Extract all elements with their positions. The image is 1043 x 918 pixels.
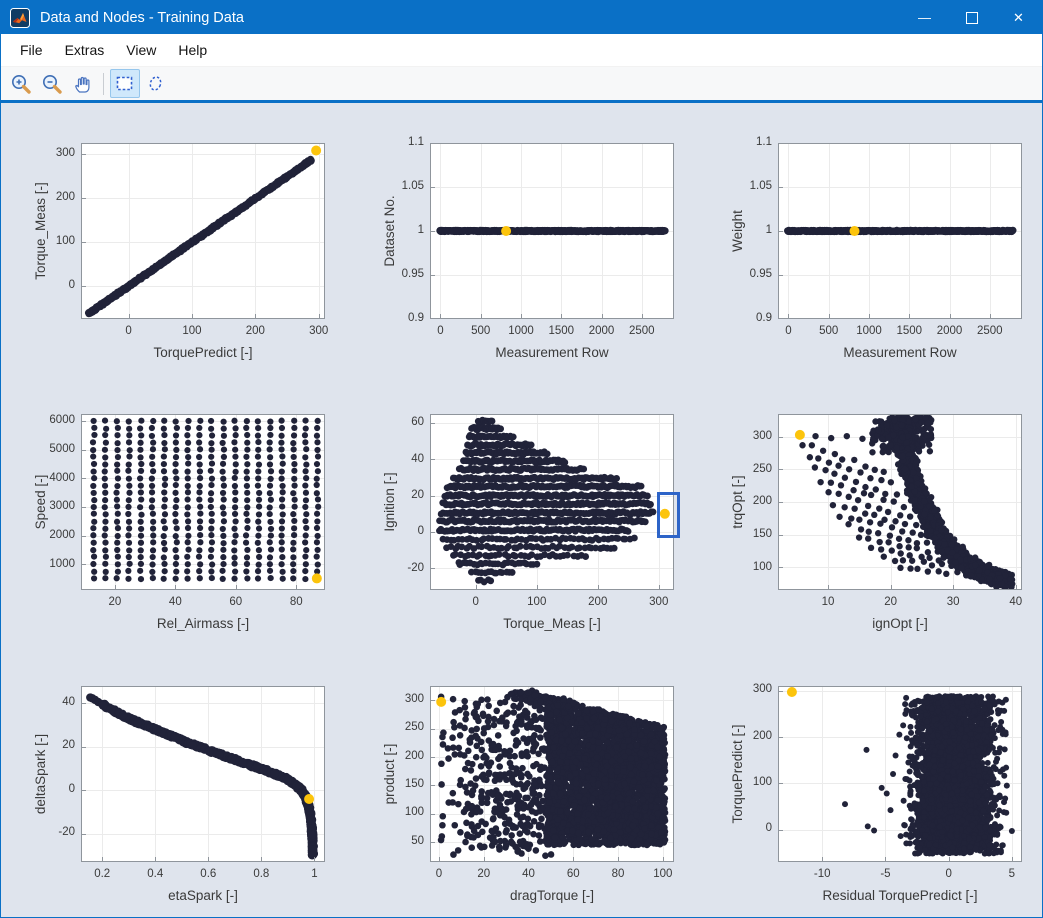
x-tick-label: 2500 xyxy=(612,325,672,337)
menubar: File Extras View Help xyxy=(1,34,1042,67)
x-axis-label: etaSpark [-] xyxy=(81,888,325,903)
minimize-button[interactable]: — xyxy=(901,1,948,34)
toolbar-separator xyxy=(103,73,104,95)
plot-canvas-trqopt-vs-ignopt[interactable] xyxy=(778,414,1022,590)
y-axis-label: Speed [-] xyxy=(33,414,49,590)
x-tick-label: 0 xyxy=(446,596,506,608)
x-tick-label: 100 xyxy=(633,868,693,880)
pan-hand-icon xyxy=(72,73,94,95)
y-axis-label: Torque_Meas [-] xyxy=(33,143,49,319)
subplot-torque-meas-vs-torque-predict: 01002003000100200300TorquePredict [-]Tor… xyxy=(1,103,348,374)
x-tick-label: 100 xyxy=(162,325,222,337)
x-tick-label: 0.4 xyxy=(125,868,185,880)
x-tick-label: 2500 xyxy=(960,325,1020,337)
x-axis-label: Torque_Meas [-] xyxy=(430,616,674,631)
x-tick-label: 300 xyxy=(289,325,349,337)
x-tick-label: 0 xyxy=(99,325,159,337)
zoom-in-button[interactable] xyxy=(6,69,36,98)
menu-file[interactable]: File xyxy=(9,42,54,58)
minimize-icon: — xyxy=(918,10,931,25)
subplot-speed-vs-rel-airmass: 20406080100020003000400050006000Rel_Airm… xyxy=(1,374,348,645)
subplot-product-vs-dragtorque: 02040608010050100150200250300dragTorque … xyxy=(348,646,695,917)
x-tick-label: 10 xyxy=(798,596,858,608)
selection-rectangle[interactable] xyxy=(657,492,680,537)
menu-extras[interactable]: Extras xyxy=(54,42,116,58)
titlebar: Data and Nodes - Training Data — ✕ xyxy=(1,1,1042,34)
x-tick-label: 40 xyxy=(986,596,1043,608)
window-title: Data and Nodes - Training Data xyxy=(40,10,901,26)
matlab-logo-icon xyxy=(10,8,30,28)
window-controls: — ✕ xyxy=(901,1,1042,34)
plots-grid: 01002003000100200300TorquePredict [-]Tor… xyxy=(1,103,1042,917)
subplot-deltaspark-vs-etaspark: 0.20.40.60.81-2002040etaSpark [-]deltaSp… xyxy=(1,646,348,917)
x-tick-label: 100 xyxy=(507,596,567,608)
plot-canvas-ignition-vs-torque-meas[interactable] xyxy=(430,414,674,590)
x-tick-label: 60 xyxy=(206,596,266,608)
plot-canvas-dataset-no-vs-measurement-row[interactable] xyxy=(430,143,674,319)
x-tick-label: 200 xyxy=(225,325,285,337)
x-axis-label: Residual TorquePredict [-] xyxy=(778,888,1022,903)
x-tick-label: 0.8 xyxy=(231,868,291,880)
subplot-trqopt-vs-ignopt: 10203040100150200250300ignOpt [-]trqOpt … xyxy=(695,374,1042,645)
plot-canvas-deltaspark-vs-etaspark[interactable] xyxy=(81,686,325,862)
y-axis-label: Dataset No. xyxy=(382,143,398,319)
x-tick-label: 20 xyxy=(861,596,921,608)
x-tick-label: 1 xyxy=(284,868,344,880)
x-tick-label: 0.6 xyxy=(178,868,238,880)
y-axis-label: trqOpt [-] xyxy=(730,414,746,590)
toolbar xyxy=(1,67,1042,100)
x-tick-label: 20 xyxy=(85,596,145,608)
rubberband-rectangle-button[interactable] xyxy=(110,69,140,98)
x-tick-label: 40 xyxy=(145,596,205,608)
x-tick-label: -5 xyxy=(855,868,915,880)
x-axis-label: Rel_Airmass [-] xyxy=(81,616,325,631)
y-axis-label: Weight xyxy=(730,143,746,319)
rectangle-select-icon xyxy=(114,73,136,95)
x-axis-label: Measurement Row xyxy=(778,345,1022,360)
subplot-torquepredict-vs-residual-torquepredict: -10-5050100200300Residual TorquePredict … xyxy=(695,646,1042,917)
y-axis-label: product [-] xyxy=(382,686,398,862)
x-tick-label: 200 xyxy=(568,596,628,608)
pan-button[interactable] xyxy=(68,69,98,98)
y-axis-label: TorquePredict [-] xyxy=(730,686,746,862)
ellipse-select-icon xyxy=(145,73,167,95)
y-axis-label: Ignition [-] xyxy=(382,414,398,590)
x-axis-label: dragTorque [-] xyxy=(430,888,674,903)
close-icon: ✕ xyxy=(1013,10,1024,26)
plot-canvas-speed-vs-rel-airmass[interactable] xyxy=(81,414,325,590)
menu-view[interactable]: View xyxy=(115,42,167,58)
x-axis-label: ignOpt [-] xyxy=(778,616,1022,631)
zoom-in-icon xyxy=(10,73,32,95)
zoom-out-button[interactable] xyxy=(37,69,67,98)
x-axis-label: TorquePredict [-] xyxy=(81,345,325,360)
menu-help[interactable]: Help xyxy=(167,42,218,58)
close-button[interactable]: ✕ xyxy=(995,1,1042,34)
maximize-icon xyxy=(966,12,978,24)
plot-canvas-product-vs-dragtorque[interactable] xyxy=(430,686,674,862)
x-tick-label: 0.2 xyxy=(72,868,132,880)
subplot-weight-vs-measurement-row: 050010001500200025000.90.9511.051.1Measu… xyxy=(695,103,1042,374)
zoom-out-icon xyxy=(41,73,63,95)
x-tick-label: -10 xyxy=(792,868,852,880)
x-tick-label: 80 xyxy=(266,596,326,608)
x-tick-label: 0 xyxy=(919,868,979,880)
x-tick-label: 5 xyxy=(982,868,1042,880)
plot-canvas-torque-meas-vs-torque-predict[interactable] xyxy=(81,143,325,319)
plot-canvas-weight-vs-measurement-row[interactable] xyxy=(778,143,1022,319)
plot-canvas-torquepredict-vs-residual-torquepredict[interactable] xyxy=(778,686,1022,862)
rubberband-ellipse-button[interactable] xyxy=(141,69,171,98)
app-window: Data and Nodes - Training Data — ✕ File … xyxy=(0,0,1043,918)
x-tick-label: 300 xyxy=(629,596,689,608)
x-axis-label: Measurement Row xyxy=(430,345,674,360)
maximize-button[interactable] xyxy=(948,1,995,34)
subplot-ignition-vs-torque-meas: 0100200300-200204060Torque_Meas [-]Ignit… xyxy=(348,374,695,645)
x-tick-label: 30 xyxy=(923,596,983,608)
y-axis-label: deltaSpark [-] xyxy=(33,686,49,862)
subplot-dataset-no-vs-measurement-row: 050010001500200025000.90.9511.051.1Measu… xyxy=(348,103,695,374)
